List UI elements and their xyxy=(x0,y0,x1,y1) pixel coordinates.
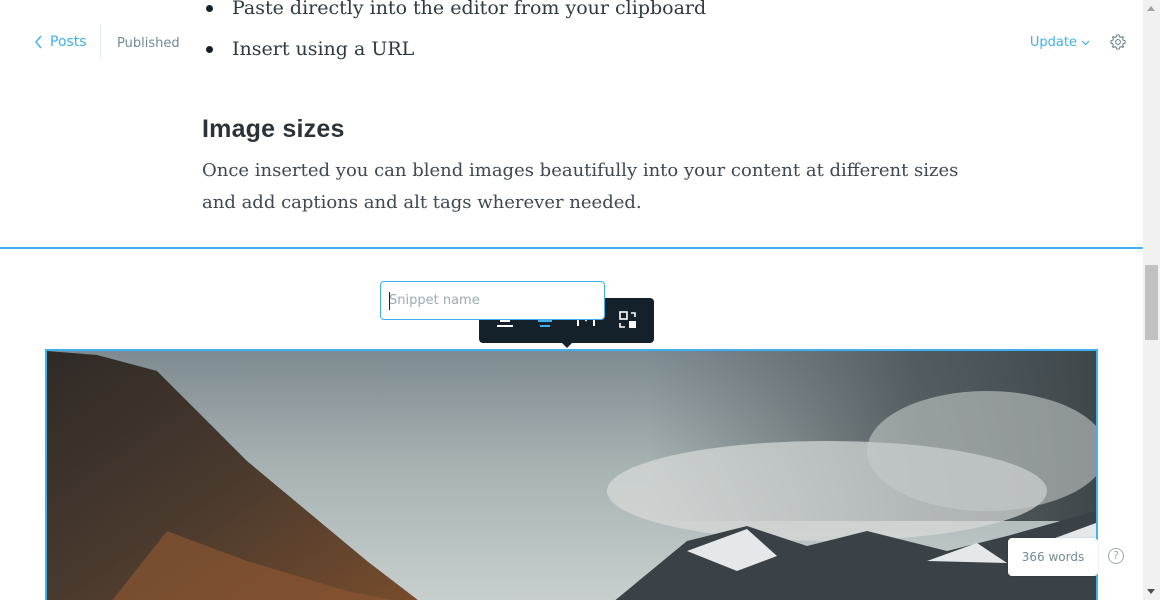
post-status: Published xyxy=(117,36,180,51)
word-count: 366 words xyxy=(1008,538,1098,576)
body-paragraph[interactable]: Once inserted you can blend images beaut… xyxy=(202,155,962,219)
list-item[interactable]: Paste directly into the editor from your… xyxy=(202,0,706,29)
scrollbar-thumb[interactable] xyxy=(1145,265,1158,340)
bullet-icon xyxy=(206,46,213,53)
header-divider xyxy=(100,24,101,60)
scroll-down-arrow-icon[interactable] xyxy=(1147,589,1155,594)
section-divider xyxy=(0,247,1143,249)
list-item[interactable]: Insert using a URL xyxy=(202,29,706,70)
vertical-scrollbar[interactable] xyxy=(1143,0,1160,600)
mountain-landscape-image xyxy=(47,351,1096,600)
list-item-text: Paste directly into the editor from your… xyxy=(232,0,707,19)
text-cursor xyxy=(389,292,390,310)
update-button[interactable]: Update xyxy=(1030,35,1090,50)
gear-icon[interactable] xyxy=(1109,33,1127,51)
update-label: Update xyxy=(1029,35,1077,50)
scroll-up-arrow-icon[interactable] xyxy=(1147,6,1155,11)
section-heading[interactable]: Image sizes xyxy=(202,115,345,144)
chevron-left-icon xyxy=(35,35,42,49)
image-card[interactable] xyxy=(45,349,1098,600)
replace-image-icon[interactable] xyxy=(618,310,638,330)
list-item-text: Insert using a URL xyxy=(232,38,415,60)
snippet-name-input[interactable] xyxy=(380,281,605,320)
help-icon[interactable]: ? xyxy=(1108,548,1124,564)
chevron-down-icon xyxy=(1081,40,1090,46)
back-to-posts-link[interactable]: Posts xyxy=(34,34,87,50)
back-label: Posts xyxy=(50,34,87,50)
bullet-list[interactable]: Paste directly into the editor from your… xyxy=(202,0,706,70)
toolbar-caret xyxy=(561,342,573,348)
bullet-icon xyxy=(206,5,213,12)
